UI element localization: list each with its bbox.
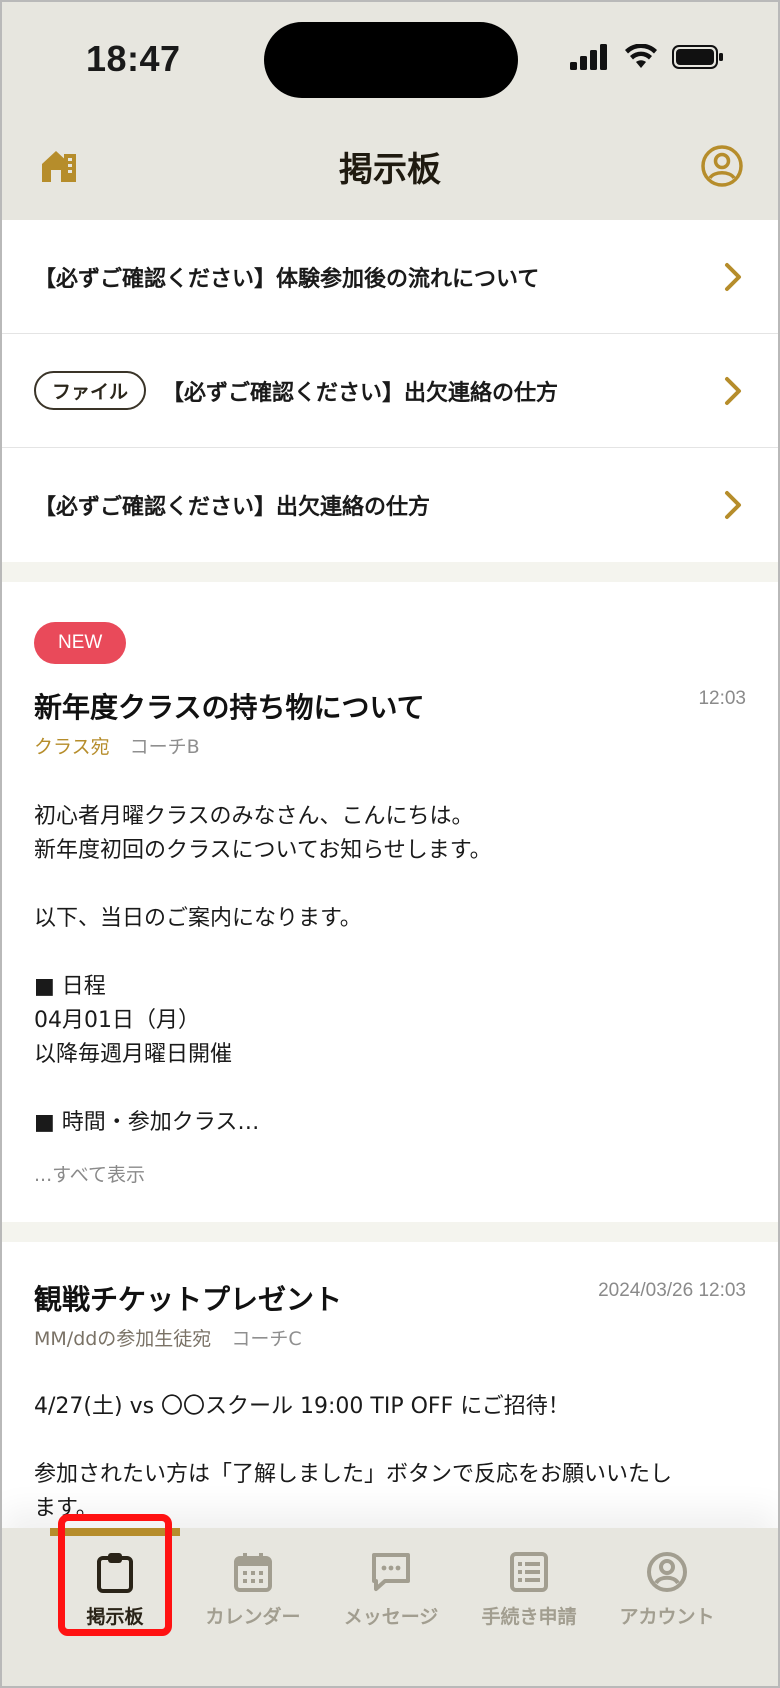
tab-label: メッセージ xyxy=(343,1606,439,1628)
post-time: 2024/03/26 12:03 xyxy=(598,1280,746,1301)
pinned-item[interactable]: 【必ずご確認ください】出欠連絡の仕方 xyxy=(2,448,778,562)
post-body-line: 初心者月曜クラスのみなさん、こんにちは。 xyxy=(34,804,474,829)
post-body-line xyxy=(34,868,492,902)
post-audience: クラス宛 xyxy=(34,736,110,758)
message-icon xyxy=(372,1553,410,1591)
post-card[interactable]: NEW 新年度クラスの持ち物について 12:03 クラス宛 コーチB 初心者月曜ク… xyxy=(2,582,778,1222)
pinned-notice-list: 【必ずご確認ください】体験参加後の流れについて ファイル 【必ずご確認ください】… xyxy=(2,220,778,562)
post-author: コーチB xyxy=(129,736,200,758)
account-circle-icon[interactable] xyxy=(700,144,744,188)
file-tag: ファイル xyxy=(34,371,147,410)
form-list-icon xyxy=(510,1552,548,1592)
post-body-line: 以下、当日のご案内になります。 xyxy=(34,906,362,931)
post-title: 新年度クラスの持ち物について xyxy=(34,691,425,724)
post-body-line: 参加されたい方は「了解しました」ボタンで反応をお願いいたし xyxy=(34,1462,673,1487)
post-meta: MM/ddの参加生徒宛 コーチC xyxy=(34,1324,302,1351)
signal-icon xyxy=(570,44,607,70)
tab-procedures[interactable]: 手続き申請 xyxy=(464,1550,594,1629)
dynamic-island xyxy=(264,22,518,98)
status-icons xyxy=(570,44,724,70)
new-badge: NEW xyxy=(34,622,127,664)
post-body-line: 以降毎週月曜日開催 xyxy=(34,1042,233,1067)
section-divider xyxy=(2,562,778,582)
post-body-line: 新年度初回のクラスについてお知らせします。 xyxy=(34,838,492,863)
post-body: 4/27(土) vs 〇〇スクール 19:00 TIP OFF にご招待！ 参加… xyxy=(34,1390,672,1526)
post-body: 初心者月曜クラスのみなさん、こんにちは。 新年度初回のクラスについてお知らせしま… xyxy=(34,800,492,1140)
account-circle-icon xyxy=(647,1552,687,1592)
tab-label: カレンダー xyxy=(205,1606,301,1628)
chevron-right-icon xyxy=(725,491,741,519)
highlight-annotation xyxy=(58,1514,172,1636)
tab-label: アカウント xyxy=(619,1606,715,1628)
tab-calendar[interactable]: カレンダー xyxy=(188,1550,318,1629)
pinned-item[interactable]: 【必ずご確認ください】体験参加後の流れについて xyxy=(2,220,778,334)
post-body-line: 4/27(土) vs 〇〇スクール 19:00 TIP OFF にご招待！ xyxy=(34,1394,570,1419)
post-body-line xyxy=(34,936,492,970)
post-body-line: ■ 日程 xyxy=(34,974,106,999)
post-audience: MM/ddの参加生徒宛 xyxy=(34,1328,212,1350)
chevron-right-icon xyxy=(725,263,741,291)
tab-messages[interactable]: メッセージ xyxy=(326,1550,456,1629)
show-all-link[interactable]: ...すべて表示 xyxy=(34,1160,145,1187)
pinned-item[interactable]: ファイル 【必ずご確認ください】出欠連絡の仕方 xyxy=(2,334,778,448)
post-body-line xyxy=(34,1072,492,1106)
pinned-item-title: 【必ずご確認ください】出欠連絡の仕方 xyxy=(162,380,559,406)
post-body-line: ■ 時間・参加クラス… xyxy=(34,1110,260,1135)
pinned-item-title: 【必ずご確認ください】体験参加後の流れについて xyxy=(34,266,540,292)
pinned-item-title: 【必ずご確認ください】出欠連絡の仕方 xyxy=(34,495,431,520)
calendar-icon xyxy=(234,1553,272,1592)
post-body-line: 04月01日（月） xyxy=(34,1008,200,1033)
battery-icon xyxy=(672,45,723,69)
tab-account[interactable]: アカウント xyxy=(602,1550,732,1629)
post-author: コーチC xyxy=(231,1328,302,1350)
post-title: 観戦チケットプレゼント xyxy=(34,1283,343,1316)
status-time: 18:47 xyxy=(86,38,181,79)
phone-screen: 18:47 掲示板 【必ずご確認ください】体験参加後の流れについて ファイル 【… xyxy=(0,0,780,1688)
post-card[interactable]: 観戦チケットプレゼント 2024/03/26 12:03 MM/ddの参加生徒宛… xyxy=(2,1242,778,1532)
post-body-line xyxy=(34,1424,672,1458)
chevron-right-icon xyxy=(725,377,741,405)
tab-label: 手続き申請 xyxy=(481,1606,577,1628)
post-time: 12:03 xyxy=(698,688,746,709)
wifi-icon xyxy=(625,44,657,68)
app-header: 18:47 掲示板 xyxy=(2,2,778,220)
section-divider xyxy=(2,1222,778,1242)
post-meta: クラス宛 コーチB xyxy=(34,732,200,759)
page-title: 掲示板 xyxy=(339,150,441,190)
